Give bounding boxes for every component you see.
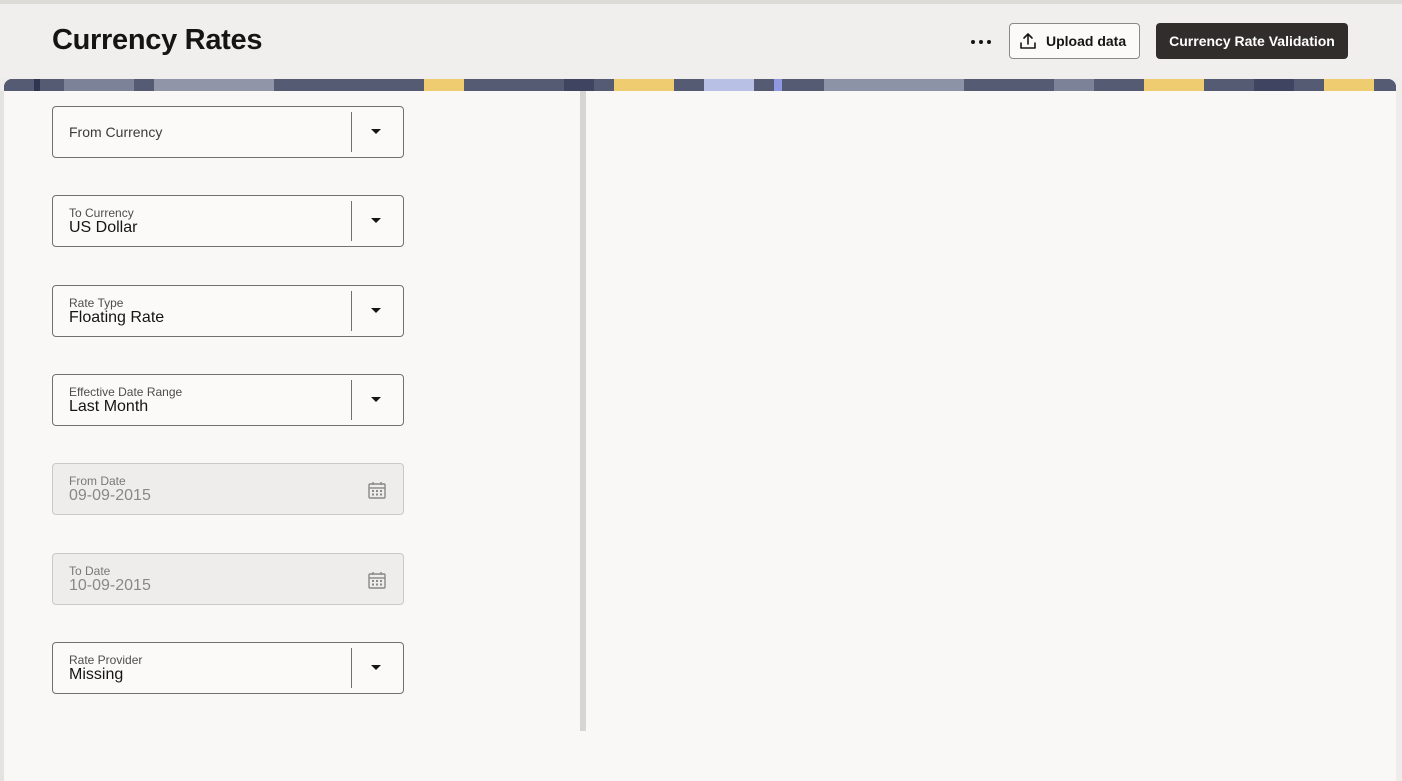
calendar-icon: [368, 482, 386, 499]
rate-provider-value: Missing: [69, 666, 124, 683]
from-date-label: From Date: [69, 474, 126, 488]
select-divider: [351, 291, 352, 331]
chevron-down-icon[interactable]: [371, 308, 381, 313]
ellipsis-icon: [969, 40, 993, 44]
from-date-value: 09-09-2015: [69, 487, 151, 504]
page-header: Currency Rates Upload data Currency Rate…: [0, 4, 1402, 78]
currency-rate-validation-button[interactable]: Currency Rate Validation: [1156, 23, 1348, 59]
upload-data-button[interactable]: Upload data: [1009, 23, 1140, 59]
chevron-down-icon[interactable]: [371, 218, 381, 223]
select-divider: [351, 648, 352, 688]
from-currency-label: From Currency: [69, 124, 163, 140]
rate-provider-select[interactable]: Rate Provider Missing: [52, 642, 404, 694]
to-date-field: To Date 10-09-2015: [52, 553, 404, 605]
effective-date-range-select[interactable]: Effective Date Range Last Month: [52, 374, 404, 426]
to-currency-label: To Currency: [69, 206, 134, 220]
chevron-down-icon[interactable]: [371, 397, 381, 402]
more-actions-button[interactable]: [962, 26, 1000, 58]
rate-provider-label: Rate Provider: [69, 653, 143, 667]
effective-date-range-label: Effective Date Range: [69, 385, 183, 399]
to-currency-value: US Dollar: [69, 219, 138, 236]
page-title: Currency Rates: [52, 24, 263, 56]
to-date-value: 10-09-2015: [69, 577, 151, 594]
chevron-down-icon[interactable]: [371, 129, 381, 134]
select-divider: [351, 201, 352, 241]
from-currency-select[interactable]: From Currency: [52, 106, 404, 158]
upload-icon: [1020, 33, 1036, 49]
effective-date-range-value: Last Month: [69, 398, 149, 415]
upload-data-label: Upload data: [1046, 33, 1127, 49]
to-currency-select[interactable]: To Currency US Dollar: [52, 195, 404, 247]
select-divider: [351, 380, 352, 420]
calendar-icon: [368, 572, 386, 589]
to-date-label: To Date: [69, 564, 111, 578]
rate-type-label: Rate Type: [69, 296, 124, 310]
from-date-field: From Date 09-09-2015: [52, 463, 404, 515]
rate-type-value: Floating Rate: [69, 309, 165, 326]
chevron-down-icon[interactable]: [371, 665, 381, 670]
panel-splitter[interactable]: [580, 91, 586, 731]
select-divider: [351, 112, 352, 152]
rate-type-select[interactable]: Rate Type Floating Rate: [52, 285, 404, 337]
